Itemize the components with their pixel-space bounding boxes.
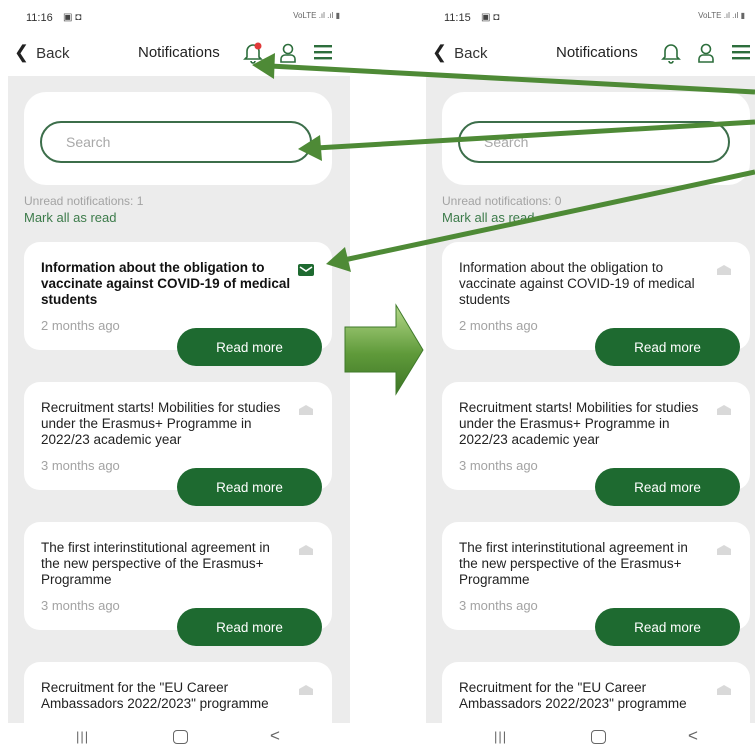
read-envelope-icon: [299, 405, 313, 415]
notification-title: Recruitment starts! Mobilities for studi…: [41, 400, 281, 447]
notification-card[interactable]: The first interinstitutional agreement i…: [442, 522, 750, 646]
read-more-button[interactable]: Read more: [595, 608, 740, 646]
chevron-left-icon: ❮: [432, 42, 448, 62]
unread-envelope-icon: [298, 264, 314, 276]
notifications-content: Unread notifications: 0 Mark all as read…: [426, 76, 755, 723]
notification-title: Recruitment for the "EU Career Ambassado…: [459, 680, 687, 711]
back-button[interactable]: ❮ Back: [14, 42, 69, 63]
chevron-left-icon: ❮: [14, 42, 30, 62]
notification-card[interactable]: Recruitment for the "EU Career Ambassado…: [24, 662, 332, 723]
notification-title: Recruitment for the "EU Career Ambassado…: [41, 680, 269, 711]
app-header: ❮ Back Notifications: [426, 38, 755, 70]
notification-title: The first interinstitutional agreement i…: [459, 540, 688, 587]
notification-title: Information about the obligation to vacc…: [459, 260, 695, 307]
bell-icon[interactable]: [661, 42, 681, 64]
system-nav-bar: ||| <: [426, 723, 755, 751]
notification-date: 3 months ago: [41, 458, 120, 473]
screen-before: 11:16 ▣ ◘ VoLTE .ıl .ıl ▮ ❮ Back Notifica…: [8, 0, 350, 751]
status-notification-icons: ▣ ◘: [481, 12, 500, 23]
unread-count: Unread notifications: 1: [24, 194, 144, 208]
notification-title: Information about the obligation to vacc…: [41, 260, 291, 307]
unread-count: Unread notifications: 0: [442, 194, 562, 208]
recents-button[interactable]: |||: [494, 729, 507, 744]
bell-icon[interactable]: [243, 42, 263, 64]
mark-all-read-link[interactable]: Mark all as read: [24, 210, 116, 225]
back-button[interactable]: ❮ Back: [432, 42, 487, 63]
read-more-button[interactable]: Read more: [177, 608, 322, 646]
status-time: 11:15: [444, 12, 471, 24]
app-header: ❮ Back Notifications: [8, 38, 350, 70]
read-envelope-icon: [717, 685, 731, 695]
notifications-content: Unread notifications: 1 Mark all as read…: [8, 76, 350, 723]
hamburger-menu-icon[interactable]: [732, 44, 750, 60]
notification-date: 3 months ago: [41, 598, 120, 613]
notification-card[interactable]: Recruitment starts! Mobilities for studi…: [442, 382, 750, 506]
notification-date: 2 months ago: [41, 318, 120, 333]
read-envelope-icon: [299, 685, 313, 695]
status-bar: 11:16 ▣ ◘ VoLTE .ıl .ıl ▮: [8, 0, 350, 38]
status-notification-icons: ▣ ◘: [63, 12, 82, 23]
read-envelope-icon: [299, 545, 313, 555]
read-more-button[interactable]: Read more: [595, 468, 740, 506]
read-more-button[interactable]: Read more: [177, 328, 322, 366]
page-title: Notifications: [138, 44, 220, 61]
home-button[interactable]: [173, 730, 188, 744]
signal-battery-icons: VoLTE .ıl .ıl ▮: [293, 11, 340, 20]
home-button[interactable]: [591, 730, 606, 744]
notification-card[interactable]: Recruitment for the "EU Career Ambassado…: [442, 662, 750, 723]
status-bar: 11:15 ▣ ◘ VoLTE .ıl .ıl ▮: [426, 0, 755, 38]
search-input[interactable]: [458, 121, 730, 163]
notification-title: The first interinstitutional agreement i…: [41, 540, 270, 587]
system-back-button[interactable]: <: [688, 726, 698, 746]
new-notification-dot: [254, 42, 262, 50]
notification-date: 3 months ago: [459, 598, 538, 613]
read-envelope-icon: [717, 405, 731, 415]
read-envelope-icon: [717, 265, 731, 275]
notification-card[interactable]: Recruitment starts! Mobilities for studi…: [24, 382, 332, 506]
read-more-button[interactable]: Read more: [177, 468, 322, 506]
recents-button[interactable]: |||: [76, 729, 89, 744]
system-nav-bar: ||| <: [8, 723, 350, 751]
transition-arrow-icon: [344, 303, 424, 396]
search-input[interactable]: [40, 121, 312, 163]
notification-date: 3 months ago: [459, 458, 538, 473]
hamburger-menu-icon[interactable]: [314, 44, 332, 60]
notification-date: 2 months ago: [459, 318, 538, 333]
screen-after: 11:15 ▣ ◘ VoLTE .ıl .ıl ▮ ❮ Back Notifica…: [426, 0, 755, 751]
signal-battery-icons: VoLTE .ıl .ıl ▮: [698, 11, 745, 20]
page-title: Notifications: [556, 44, 638, 61]
notification-card[interactable]: Information about the obligation to vacc…: [442, 242, 750, 366]
notification-card[interactable]: The first interinstitutional agreement i…: [24, 522, 332, 646]
user-icon[interactable]: [278, 42, 298, 64]
search-card: [24, 92, 332, 185]
user-icon[interactable]: [696, 42, 716, 64]
read-more-button[interactable]: Read more: [595, 328, 740, 366]
search-card: [442, 92, 750, 185]
read-envelope-icon: [717, 545, 731, 555]
back-label: Back: [36, 45, 70, 62]
system-back-button[interactable]: <: [270, 726, 280, 746]
back-label: Back: [454, 45, 488, 62]
mark-all-read-link[interactable]: Mark all as read: [442, 210, 534, 225]
status-time: 11:16: [26, 12, 53, 24]
notification-card[interactable]: Information about the obligation to vacc…: [24, 242, 332, 366]
notification-title: Recruitment starts! Mobilities for studi…: [459, 400, 699, 447]
